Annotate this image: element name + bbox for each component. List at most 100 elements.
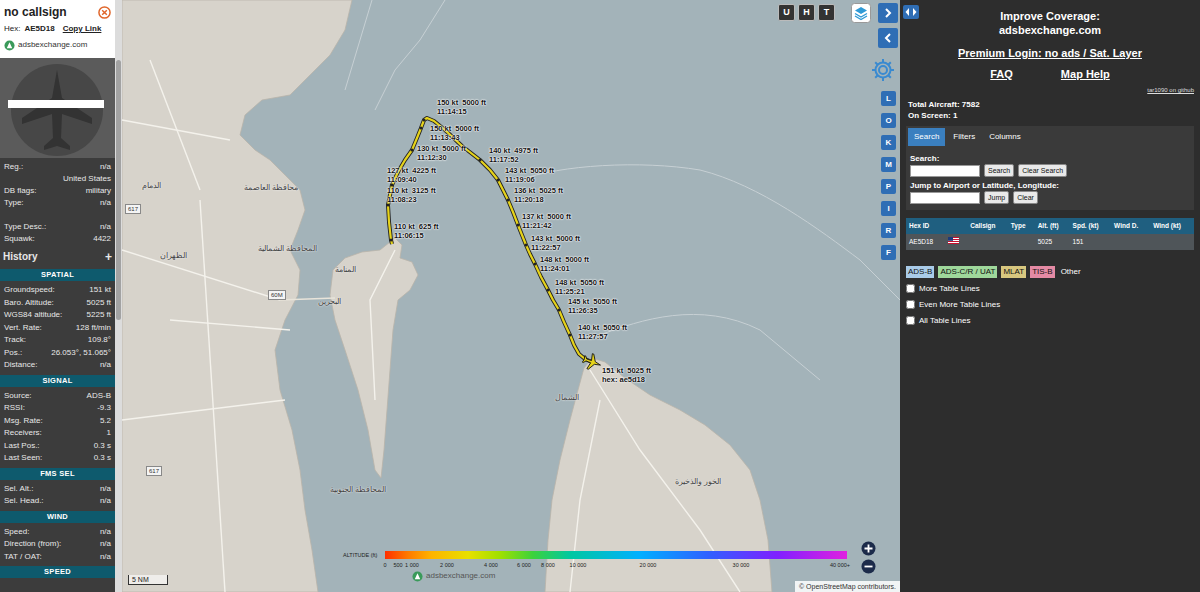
map-option-button[interactable]: K (881, 135, 896, 150)
option-checkbox[interactable] (906, 300, 915, 309)
layer-toggle-button[interactable]: T (818, 4, 835, 21)
column-header[interactable]: Callsign (967, 218, 1008, 234)
map-option-button[interactable]: R (881, 223, 896, 238)
clear-jump-button[interactable]: Clear (1013, 191, 1038, 204)
track-point-label[interactable]: 110 kt3125 ft11:08:23 (387, 186, 436, 204)
copy-link[interactable]: Copy Link (63, 23, 102, 35)
track-point-label[interactable]: 143 kt5050 ft11:19:06 (505, 166, 554, 184)
track-point-label[interactable]: 140 kt4975 ft11:17:52 (489, 146, 538, 164)
track-point-label[interactable]: 140 kt5050 ft11:27:57 (578, 323, 627, 341)
map-attribution[interactable]: © OpenStreetMap contributors. (795, 581, 900, 592)
table-cell (945, 234, 967, 250)
aircraft-header: no callsignHex:AE5D18Copy Linkadsbexchan… (0, 0, 115, 58)
map-option-button[interactable]: O (881, 113, 896, 128)
scrollbar[interactable] (115, 0, 122, 592)
map-option-button[interactable]: M (881, 157, 896, 172)
table-lines-option[interactable]: All Table Lines (906, 316, 1194, 326)
place-label: محافظة العاصمة (244, 182, 298, 194)
search-panel: Search:SearchClear SearchJump to Airport… (906, 146, 1194, 210)
settings-gear-icon[interactable] (870, 57, 896, 83)
track-point-label[interactable]: 150 kt5000 ft11:14:15 (437, 98, 486, 116)
map-option-button[interactable]: F (881, 245, 896, 260)
track-point-label[interactable]: 150 kt5000 ft11:13:43 (430, 124, 479, 142)
github-link[interactable]: tar1090 on github (1147, 87, 1194, 93)
source-chip[interactable]: TIS-B (1030, 266, 1054, 278)
expand-chevron-icon[interactable] (878, 3, 898, 23)
track-point-label[interactable]: 148 kt5000 ft11:24:01 (540, 255, 589, 273)
history-header[interactable]: History+ (0, 245, 115, 266)
layer-toggle-button[interactable]: H (798, 4, 815, 21)
column-header[interactable]: Hex ID (906, 218, 945, 234)
aircraft-icon[interactable] (582, 352, 602, 372)
legend-tick: 0 (383, 561, 386, 569)
search-button[interactable]: Search (984, 164, 1014, 177)
column-header[interactable] (945, 218, 967, 234)
source-chip[interactable]: Other (1059, 266, 1083, 278)
track-point-label[interactable]: 148 kt5050 ft11:25:21 (555, 278, 604, 296)
expand-button[interactable]: + (105, 252, 112, 262)
map-option-button[interactable]: L (881, 91, 896, 106)
help-link[interactable]: Map Help (1061, 66, 1110, 83)
layer-toggle-button[interactable]: U (778, 4, 795, 21)
us-flag-icon (948, 237, 959, 244)
info-label: Distance: (4, 359, 37, 372)
track-speed: 130 kt (417, 144, 438, 153)
track-point-label[interactable]: 145 kt5050 ft11:26:35 (568, 297, 617, 315)
source-chip[interactable]: ADS-B (906, 266, 934, 278)
info-row: Sel. Alt.:n/a (0, 483, 115, 496)
panel-tab[interactable]: Filters (947, 128, 981, 146)
track-point-label[interactable]: 110 kt625 ft11:06:15 (394, 222, 438, 240)
premium-login-link[interactable]: Premium Login: no ads / Sat. Layer (958, 47, 1142, 59)
aircraft-photo (0, 58, 115, 158)
jump-input[interactable] (910, 192, 980, 204)
aircraft-label[interactable]: 151 kt5025 fthex: ae5d18 (602, 366, 651, 384)
track-point-label[interactable]: 130 kt5000 ft11:12:30 (417, 144, 466, 162)
table-lines-option[interactable]: More Table Lines (906, 284, 1194, 294)
layers-icon[interactable] (851, 3, 871, 23)
search-input[interactable] (910, 165, 980, 177)
panel-tab[interactable]: Columns (983, 128, 1027, 146)
info-row: Reg.:n/a (0, 161, 115, 173)
option-checkbox[interactable] (906, 284, 915, 293)
track-point-label[interactable]: 143 kt5000 ft11:22:57 (531, 234, 580, 252)
zoom-out-icon[interactable] (861, 559, 876, 574)
info-value: n/a (100, 551, 111, 564)
column-header[interactable]: Wind (kt) (1150, 218, 1194, 234)
close-icon[interactable] (98, 6, 111, 19)
collapse-chevron-icon[interactable] (878, 28, 898, 48)
column-header[interactable]: Type (1008, 218, 1035, 234)
map-option-button[interactable]: I (881, 201, 896, 216)
track-altitude: 4975 ft (514, 146, 538, 155)
source-chip[interactable]: ADS-C/R / UAT (938, 266, 997, 278)
column-header[interactable]: Alt. (ft) (1035, 218, 1070, 234)
info-label: Pos.: (4, 347, 22, 360)
site-logo[interactable]: adsbexchange.com (4, 39, 111, 51)
source-chip[interactable]: MLAT (1001, 266, 1026, 278)
track-point-label[interactable]: 136 kt5025 ft11:20:18 (514, 186, 563, 204)
track-time: 11:21:42 (522, 221, 571, 230)
panel-tab[interactable]: Search (908, 128, 945, 146)
track-time: 11:14:15 (437, 107, 486, 116)
jump-button[interactable]: Jump (984, 191, 1009, 204)
track-time: 11:19:06 (505, 175, 554, 184)
help-link[interactable]: FAQ (990, 66, 1013, 83)
column-header[interactable]: Wind D. (1111, 218, 1150, 234)
map[interactable]: الدمامالظهرانمحافظة العاصمةالمحافظة الشم… (122, 0, 900, 592)
track-point-label[interactable]: 137 kt5000 ft11:21:42 (522, 212, 571, 230)
track-altitude: 5000 ft (462, 98, 486, 107)
track-point-label[interactable]: 127 kt4225 ft11:09:40 (387, 166, 436, 184)
table-lines-option[interactable]: Even More Table Lines (906, 300, 1194, 310)
legend-tick: 40 000+ (830, 561, 850, 569)
zoom-in-icon[interactable] (861, 541, 876, 556)
legend-tick: 10 000 (570, 561, 587, 569)
clear-search-button[interactable]: Clear Search (1018, 164, 1067, 177)
resize-arrows-icon[interactable] (903, 5, 919, 19)
column-header[interactable]: Spd. (kt) (1070, 218, 1112, 234)
table-row[interactable]: AE5D185025151 (906, 234, 1194, 250)
on-screen-count: On Screen: 1 (908, 110, 1194, 121)
track-speed: 148 kt (555, 278, 576, 287)
option-checkbox[interactable] (906, 316, 915, 325)
map-option-button[interactable]: P (881, 179, 896, 194)
table-cell: 5025 (1035, 234, 1070, 250)
info-value: 151 kt (89, 284, 111, 297)
